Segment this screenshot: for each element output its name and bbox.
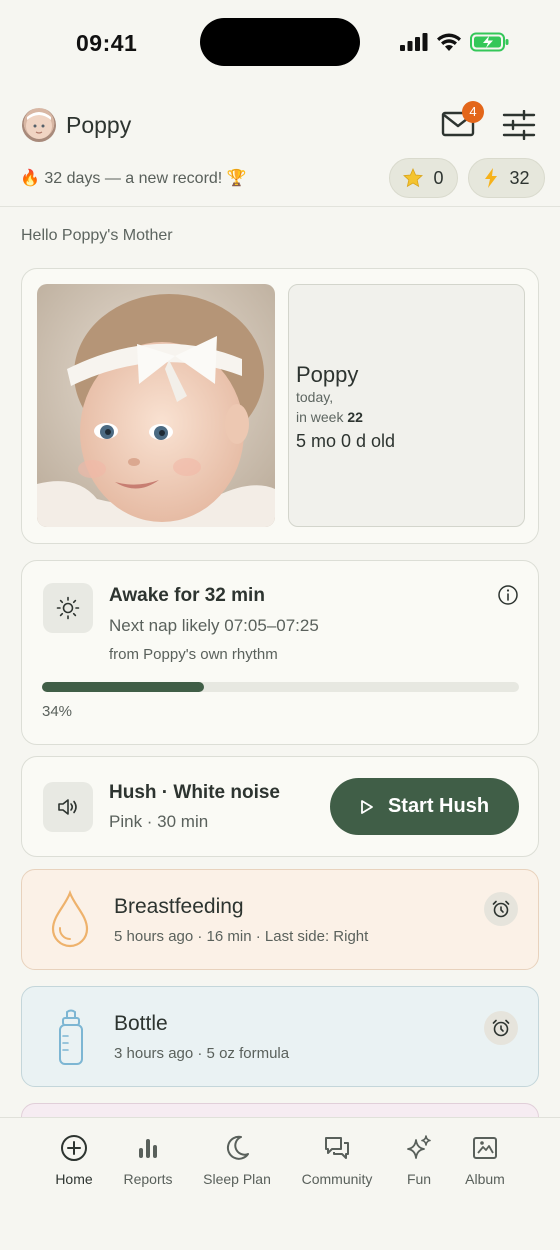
start-hush-label: Start Hush: [387, 795, 490, 817]
bottom-tab-bar: Home Reports Sleep Plan Community Fun Al…: [0, 1117, 560, 1250]
awake-progress-label: 34%: [42, 703, 73, 720]
streak-message: 🔥 32 days — a new record! 🏆: [20, 168, 247, 188]
tab-album-label: Album: [465, 1171, 505, 1187]
hush-card[interactable]: Hush · White noise Pink · 30 min Start H…: [21, 756, 539, 857]
dynamic-island: [200, 18, 360, 66]
breastfeeding-reminder-button[interactable]: [484, 892, 518, 926]
profile-card[interactable]: Poppy today, in week 22 5 mo 0 d old: [21, 268, 539, 544]
awake-card[interactable]: Awake for 32 min Next nap likely 07:05–0…: [21, 560, 539, 745]
speaker-icon: [58, 799, 77, 815]
play-icon: [361, 799, 373, 814]
battery-icon: [470, 32, 509, 52]
info-week-number: 22: [347, 409, 363, 425]
stars-count: 0: [433, 167, 444, 188]
hush-subtitle: Pink · 30 min: [109, 812, 209, 831]
baby-photo[interactable]: [37, 284, 275, 527]
info-age: 5 mo 0 d old: [296, 431, 396, 451]
tab-community-label: Community: [301, 1171, 373, 1187]
plus-circle-icon: [61, 1135, 87, 1161]
info-week-prefix: in week: [296, 409, 344, 425]
tab-home-label: Home: [55, 1171, 93, 1187]
status-icons: [400, 32, 510, 52]
bottle-reminder-button[interactable]: [484, 1011, 518, 1045]
awake-progress-bar: [42, 682, 519, 692]
breastfeeding-card[interactable]: Breastfeeding 5 hours ago · 16 min · Las…: [21, 869, 539, 970]
speaker-icon-tile: [43, 782, 93, 832]
alarm-clock-icon: [492, 900, 510, 918]
tab-album[interactable]: Album: [455, 1134, 515, 1187]
info-name: Poppy: [296, 362, 359, 387]
child-name[interactable]: Poppy: [66, 112, 131, 139]
awake-progress-fill: [42, 682, 205, 692]
bottle-card[interactable]: Bottle 3 hours ago · 5 oz formula: [21, 986, 539, 1087]
trophy-icon: 🏆: [226, 170, 247, 187]
status-bar: 09:41: [0, 0, 560, 90]
photo-icon: [473, 1137, 497, 1159]
lightning-icon: [485, 168, 498, 188]
signal-icon: [400, 33, 428, 51]
fire-icon: 🔥: [20, 170, 40, 187]
status-time: 09:41: [76, 30, 138, 56]
breastfeeding-subtitle: 5 hours ago · 16 min · Last side: Right: [114, 928, 369, 945]
info-today: today,: [296, 389, 334, 405]
tab-sleep-plan-label: Sleep Plan: [203, 1171, 271, 1187]
tab-reports-label: Reports: [123, 1171, 173, 1187]
energy-count: 32: [509, 167, 530, 188]
tab-home[interactable]: Home: [40, 1134, 108, 1187]
breastfeeding-title: Breastfeeding: [114, 895, 244, 918]
bottle-subtitle: 3 hours ago · 5 oz formula: [114, 1045, 290, 1062]
tab-fun[interactable]: Fun: [394, 1134, 444, 1187]
tab-sleep-plan[interactable]: Sleep Plan: [197, 1134, 277, 1187]
unread-badge: 4: [462, 101, 484, 123]
awake-title: Awake for 32 min: [109, 585, 265, 606]
tab-community[interactable]: Community: [296, 1134, 378, 1187]
chat-bubbles-icon: [325, 1137, 349, 1159]
sun-icon: [56, 596, 80, 620]
greeting: Hello Poppy's Mother: [21, 227, 173, 244]
bottle-title: Bottle: [114, 1012, 168, 1035]
header-divider: [0, 206, 560, 207]
energy-pill[interactable]: 32: [468, 158, 545, 198]
info-icon[interactable]: [497, 584, 519, 606]
rhythm-source: from Poppy's own rhythm: [109, 646, 278, 663]
star-icon: [403, 168, 424, 188]
tab-reports[interactable]: Reports: [114, 1134, 182, 1187]
avatar[interactable]: [22, 108, 56, 142]
sun-icon-tile: [43, 583, 93, 633]
tab-fun-label: Fun: [406, 1171, 432, 1187]
start-hush-button[interactable]: Start Hush: [330, 778, 519, 835]
streak-text: 32 days — a new record!: [44, 170, 223, 187]
baby-bottle-icon: [59, 1009, 83, 1065]
sparkles-icon: [407, 1135, 431, 1159]
info-week: in week 22: [296, 409, 363, 425]
wifi-icon: [437, 33, 461, 51]
bar-chart-icon: [139, 1139, 157, 1158]
hush-title: Hush · White noise: [109, 782, 280, 803]
alarm-clock-icon: [492, 1019, 510, 1037]
child-info: Poppy today, in week 22 5 mo 0 d old: [288, 284, 525, 527]
drop-icon: [51, 890, 89, 948]
stars-pill[interactable]: 0: [389, 158, 458, 198]
next-nap-text: Next nap likely 07:05–07:25: [109, 616, 319, 635]
settings-sliders-icon[interactable]: [502, 110, 536, 140]
moon-icon: [226, 1135, 249, 1160]
